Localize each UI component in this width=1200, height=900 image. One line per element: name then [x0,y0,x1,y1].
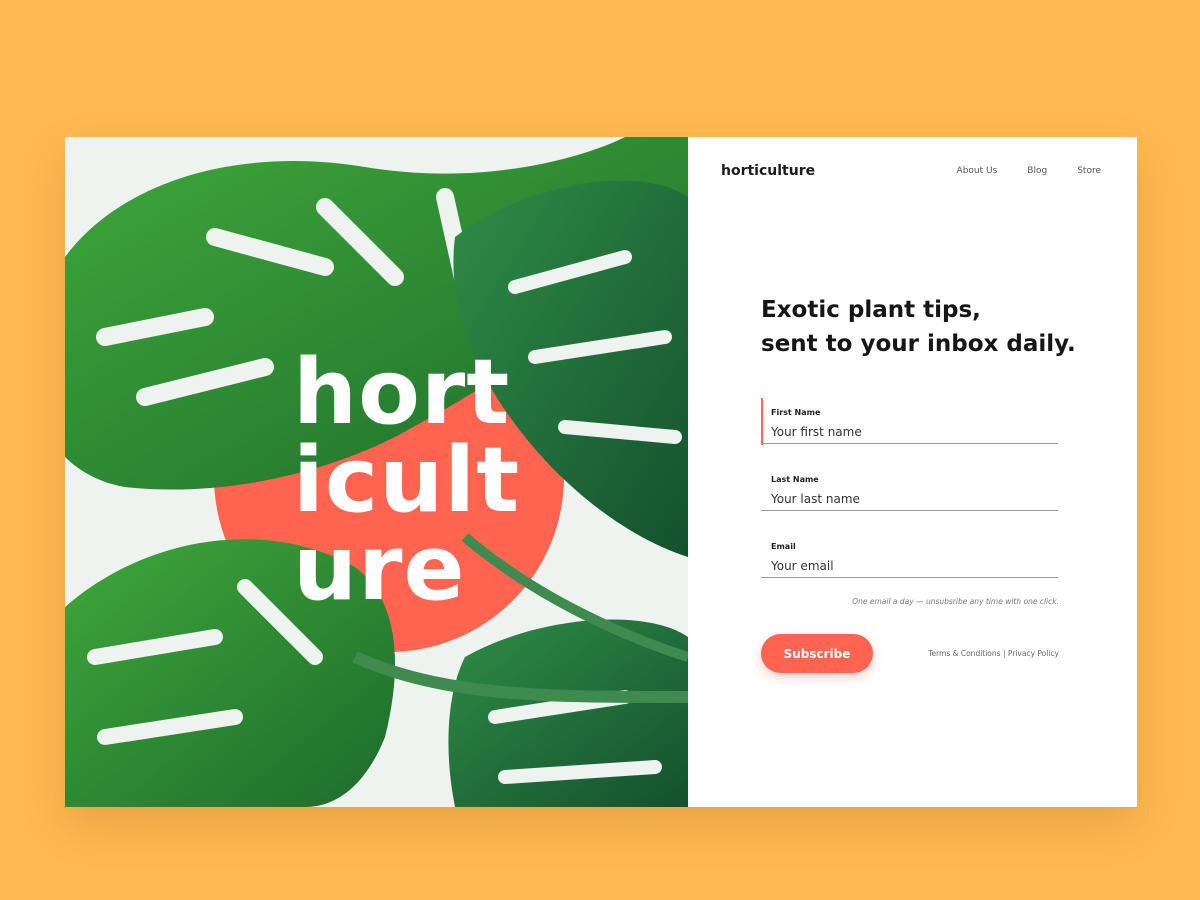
hero-word-line-2: icult [293,428,521,533]
frequency-note: One email a day — unsubsribe any time wi… [852,597,1059,606]
subscribe-button[interactable]: Subscribe [761,634,873,673]
brand-logo[interactable]: horticulture [721,163,815,179]
nav-about-us[interactable]: About Us [957,166,998,176]
hero-wordmark: hort icult ure [293,340,521,621]
email-field: Email [761,532,1058,579]
signup-panel: horticulture About Us Blog Store Exotic … [688,137,1137,807]
signup-card: hort icult ure horticulture About Us Blo… [65,137,1137,807]
email-label: Email [771,542,796,551]
hero-image: hort icult ure [65,137,688,807]
last-name-label: Last Name [771,475,819,484]
first-name-input[interactable] [761,423,1058,444]
legal-separator: | [1002,649,1006,658]
terms-link[interactable]: Terms & Conditions [928,649,1000,658]
nav-store[interactable]: Store [1077,166,1101,176]
last-name-input[interactable] [761,490,1058,511]
hero-word-line-3: ure [293,516,466,621]
first-name-field: First Name [761,398,1058,445]
page-headline: Exotic plant tips, sent to your inbox da… [761,293,1091,361]
headline-line-1: Exotic plant tips, [761,297,981,323]
hero-word-line-1: hort [293,340,511,445]
legal-links: Terms & Conditions | Privacy Policy [928,649,1059,658]
top-nav: About Us Blog Store [957,166,1101,176]
last-name-field: Last Name [761,465,1058,512]
email-input[interactable] [761,557,1058,578]
nav-blog[interactable]: Blog [1027,166,1047,176]
privacy-link[interactable]: Privacy Policy [1008,649,1059,658]
headline-line-2: sent to your inbox daily. [761,331,1076,357]
first-name-label: First Name [771,408,821,417]
